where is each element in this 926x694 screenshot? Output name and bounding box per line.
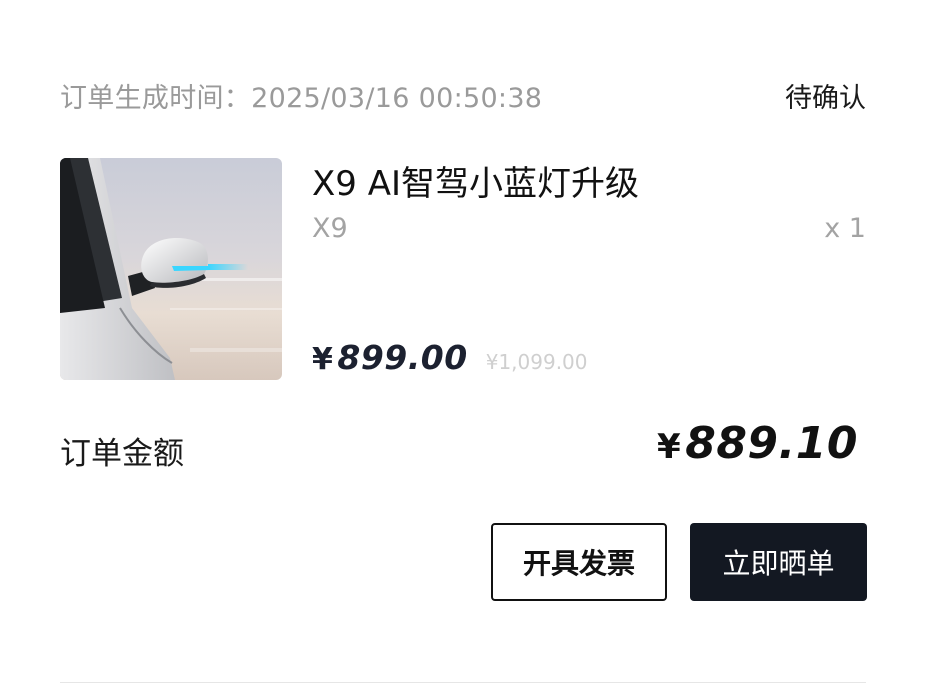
product-quantity: x 1	[824, 213, 866, 244]
invoice-button[interactable]: 开具发票	[491, 523, 667, 601]
total-label: 订单金额	[60, 436, 184, 472]
order-time-label: 订单生成时间：	[60, 83, 252, 114]
price-row: ¥899.00 ¥1,099.00	[312, 338, 588, 377]
product-image[interactable]	[60, 158, 282, 380]
share-order-button[interactable]: 立即晒单	[690, 523, 867, 601]
divider	[60, 682, 866, 683]
product-price: ¥899.00	[312, 338, 468, 377]
product-variant: X9	[312, 213, 348, 244]
total-value: 889.10	[685, 418, 858, 469]
currency-symbol: ¥	[312, 342, 334, 377]
total-currency-symbol: ¥	[657, 427, 682, 467]
order-time: 订单生成时间：2025/03/16 00:50:38	[60, 76, 542, 115]
order-status: 待确认	[785, 83, 866, 114]
original-price: ¥1,099.00	[485, 350, 588, 374]
total-amount: ¥889.10	[657, 418, 858, 469]
price-value: 899.00	[337, 338, 468, 377]
car-side-mirror-light-image	[60, 158, 282, 380]
order-time-value: 2025/03/16 00:50:38	[251, 83, 543, 114]
product-title[interactable]: X9 AI智驾小蓝灯升级	[312, 156, 639, 205]
